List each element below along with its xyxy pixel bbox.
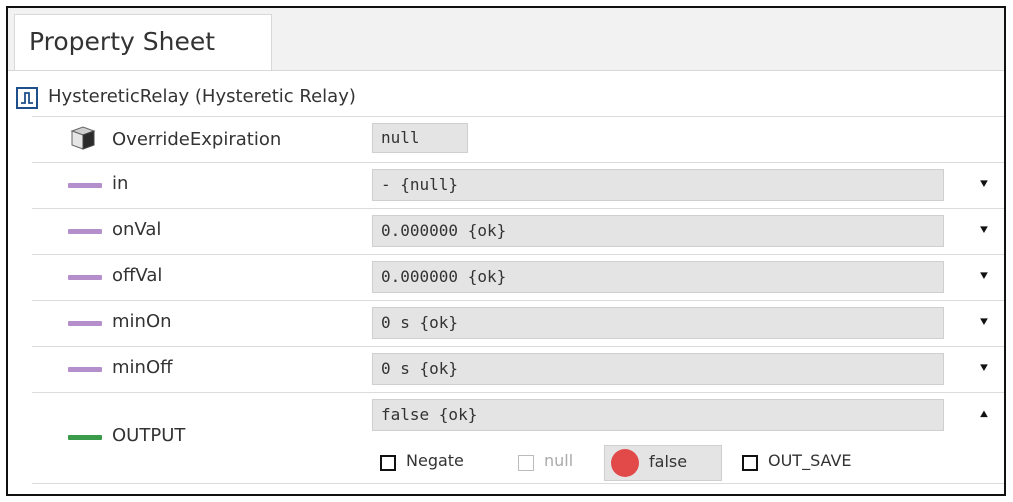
property-value-field[interactable]: 0.000000 {ok} — [372, 261, 944, 293]
property-row-minoff[interactable]: minOff 0 s {ok} ⯆ — [32, 346, 1004, 393]
property-value-field[interactable]: 0 s {ok} — [372, 353, 944, 385]
property-value-field[interactable]: null — [372, 123, 468, 153]
expand-icon[interactable]: ⯆ — [976, 177, 992, 193]
negate-checkbox[interactable] — [380, 455, 396, 471]
negate-label: Negate — [406, 451, 464, 470]
property-value-field[interactable]: 0 s {ok} — [372, 307, 944, 339]
status-dot-icon — [611, 449, 639, 477]
tab-label: Property Sheet — [29, 27, 216, 56]
tab-property-sheet[interactable]: Property Sheet — [14, 14, 272, 70]
expand-icon[interactable]: ⯆ — [976, 361, 992, 377]
slot-bar-icon — [68, 321, 102, 326]
property-name: OUTPUT — [112, 425, 186, 446]
property-row-overrideexpiration[interactable]: OverrideExpiration null — [32, 116, 1004, 163]
property-value-field[interactable]: 0.000000 {ok} — [372, 215, 944, 247]
expand-icon[interactable]: ⯆ — [976, 269, 992, 285]
property-row-offval[interactable]: offVal 0.000000 {ok} ⯆ — [32, 254, 1004, 301]
status-toggle-button[interactable]: false — [604, 445, 722, 481]
slot-bar-icon — [68, 229, 102, 234]
output-value-field[interactable]: false {ok} — [372, 399, 944, 431]
null-label: null — [544, 451, 574, 470]
property-name: onVal — [112, 219, 162, 240]
output-flags: Negate null false OUT_SAVE — [372, 445, 972, 485]
expand-icon[interactable]: ⯆ — [976, 223, 992, 239]
out-save-checkbox[interactable] — [742, 455, 758, 471]
null-checkbox[interactable] — [518, 455, 534, 471]
slot-bar-icon — [68, 183, 102, 188]
property-row-onval[interactable]: onVal 0.000000 {ok} ⯆ — [32, 208, 1004, 255]
root-component-row[interactable]: HystereticRelay (Hysteretic Relay) — [16, 86, 1004, 116]
property-row-output[interactable]: OUTPUT false {ok} ⯅ Negate null false OU… — [32, 392, 1004, 484]
property-sheet-window: Property Sheet HystereticRelay (Hysteret… — [6, 6, 1006, 496]
property-name: minOn — [112, 311, 172, 332]
property-name: offVal — [112, 265, 163, 286]
expand-icon[interactable]: ⯆ — [976, 315, 992, 331]
cube-icon — [70, 126, 96, 150]
status-label: false — [649, 452, 688, 471]
tab-bar: Property Sheet — [8, 8, 1004, 71]
property-row-minon[interactable]: minOn 0 s {ok} ⯆ — [32, 300, 1004, 347]
property-name: minOff — [112, 357, 173, 378]
property-value-field[interactable]: - {null} — [372, 169, 944, 201]
collapse-icon[interactable]: ⯅ — [976, 407, 992, 423]
out-save-label: OUT_SAVE — [768, 451, 852, 470]
root-component-label: HystereticRelay (Hysteretic Relay) — [48, 86, 356, 107]
property-name: in — [112, 173, 129, 194]
slot-bar-icon — [68, 367, 102, 372]
slot-bar-icon — [68, 275, 102, 280]
property-row-in[interactable]: in - {null} ⯆ — [32, 162, 1004, 209]
relay-icon — [16, 87, 38, 109]
slot-bar-icon — [68, 435, 102, 440]
property-name: OverrideExpiration — [112, 129, 282, 150]
